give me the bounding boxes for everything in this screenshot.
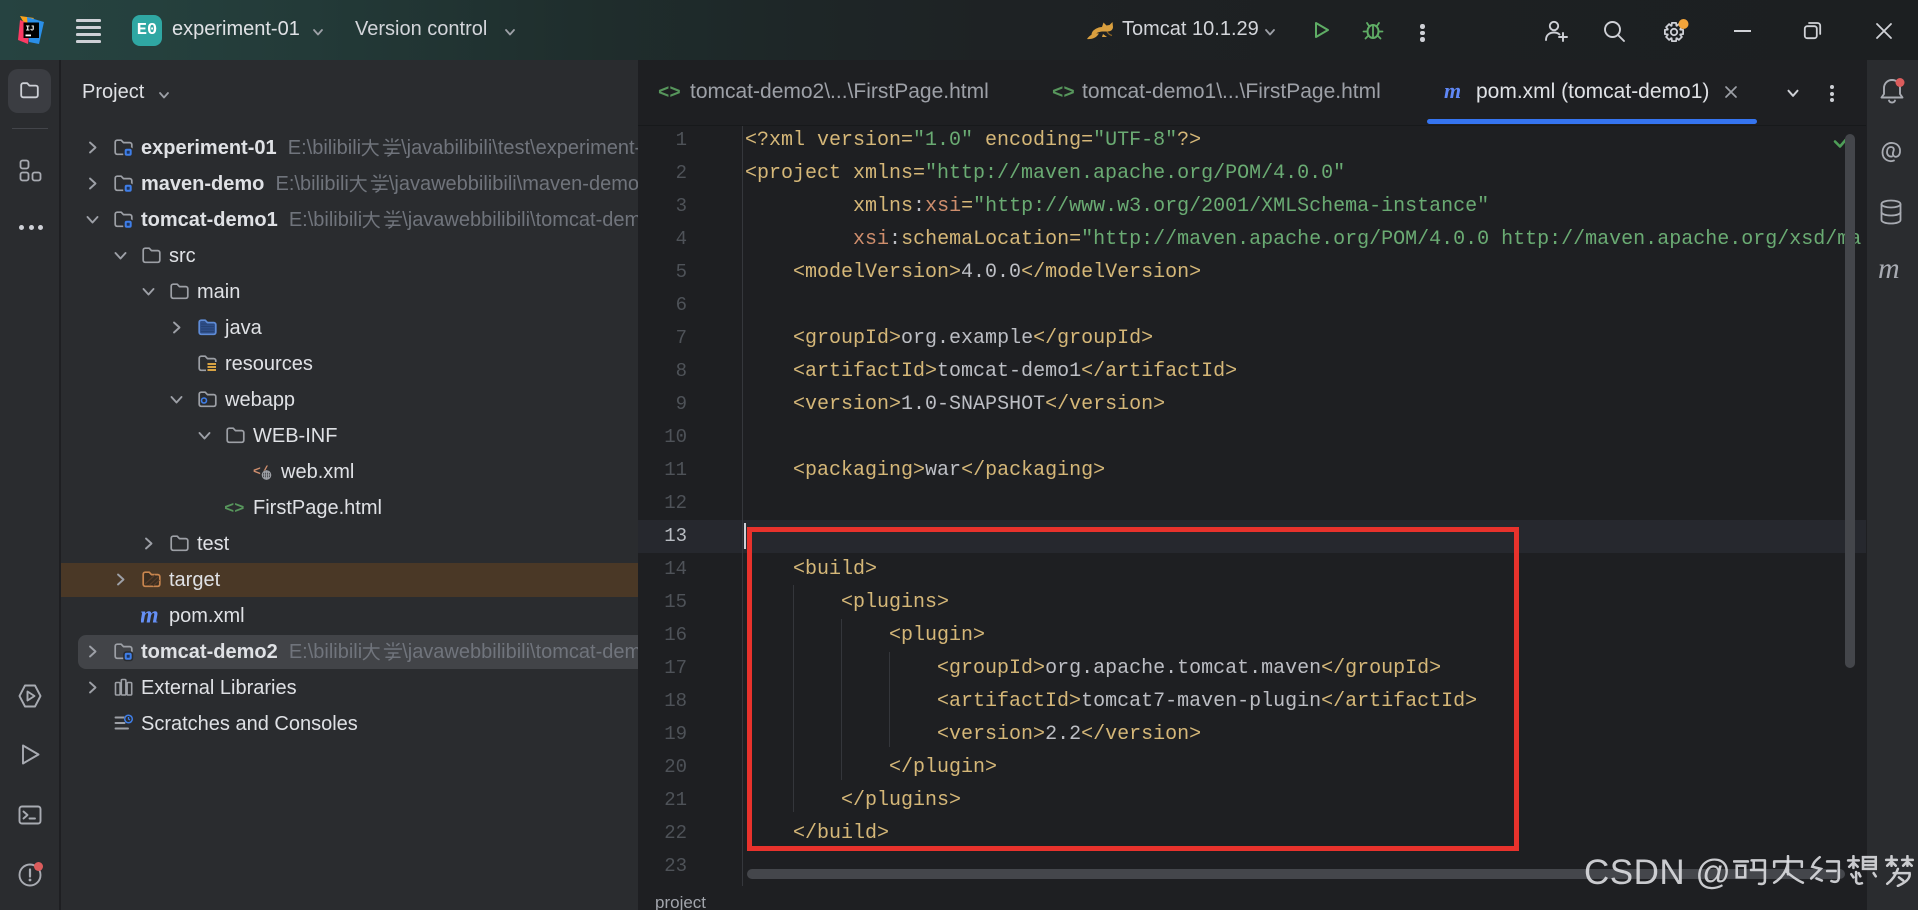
svg-text:<>: <>: [1052, 82, 1075, 104]
svg-text:<>: <>: [225, 500, 244, 518]
svg-text:IJ: IJ: [26, 26, 35, 34]
svg-text:m: m: [141, 605, 159, 626]
svg-text:<>: <>: [658, 82, 681, 104]
